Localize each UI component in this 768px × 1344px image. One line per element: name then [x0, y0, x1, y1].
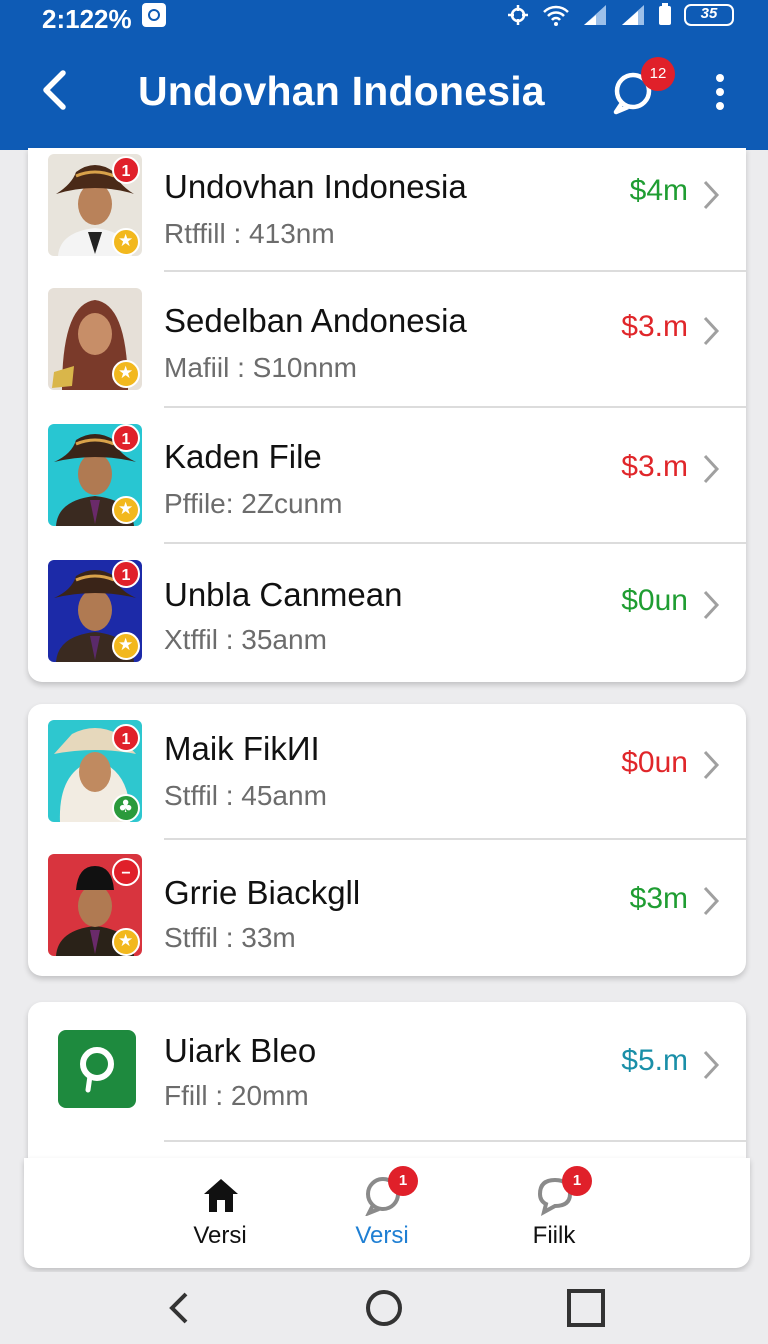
nav-label: Fiilk [532, 1222, 576, 1249]
chevron-right-icon [703, 886, 720, 916]
amount: $4m [629, 174, 688, 207]
list-item[interactable]: 1 Maik FikИI Stffil : 45anm $0un [28, 704, 746, 840]
dot-icon [716, 102, 724, 110]
status-time: 2:122% [42, 4, 132, 34]
chevron-right-icon [703, 750, 720, 780]
nav-label: Versi [193, 1222, 247, 1249]
back-button[interactable] [30, 65, 80, 115]
contact-name: Uiark Bleo [164, 1032, 317, 1069]
location-icon [508, 5, 528, 25]
amount: $3.m [621, 450, 688, 483]
battery-icon: 35 [684, 4, 734, 26]
chevron-right-icon [703, 1050, 720, 1080]
signal-icon-2 [622, 5, 644, 25]
contact-subtitle: Stffil : 33m [164, 922, 296, 953]
star-icon [112, 496, 140, 524]
dot-icon [716, 74, 724, 82]
app-bar: Undovhan Indonesia 12 [0, 40, 768, 150]
nav-badge: 1 [388, 1166, 418, 1196]
notification-badge: 1 [112, 560, 140, 588]
star-icon [112, 632, 140, 660]
contact-card-3: Uiark Bleo Ffill : 20mm $5.m [28, 1002, 746, 1182]
notification-badge: 1 [112, 724, 140, 752]
contact-subtitle: Mafiil : S10nnm [164, 352, 357, 383]
signal-icon [584, 5, 606, 25]
star-icon [112, 360, 140, 388]
status-icons: 35 [506, 0, 734, 30]
notification-badge: 1 [112, 424, 140, 452]
contact-subtitle: Xtffil : 35anm [164, 624, 327, 655]
contact-name: Grrie Biackgll [164, 874, 361, 911]
dot-icon [716, 88, 724, 96]
chat-badge: 12 [641, 57, 675, 91]
bottom-nav: Versi 1 Versi 1 Fiilk [24, 1158, 750, 1268]
contact-name: Sedelban Andonesia [164, 302, 467, 339]
contact-subtitle: Ffill : 20mm [164, 1080, 309, 1111]
home-icon [204, 1179, 238, 1212]
list-item[interactable]: 1 Kaden File Pffile: 2Zcunm $3.m [28, 408, 746, 544]
list-item[interactable]: Uiark Bleo Ffill : 20mm $5.m [28, 1002, 746, 1142]
amount: $3m [629, 882, 688, 915]
list-item[interactable]: Sedelban Andonesia Mafiil : S10nnm $3.m [28, 272, 746, 408]
contact-card-2: 1 Maik FikИI Stffil : 45anm $0un − Grrie… [28, 704, 746, 976]
contact-subtitle: Stffil : 45anm [164, 780, 327, 811]
contact-subtitle: Pffile: 2Zcunm [164, 488, 343, 519]
chevron-right-icon [703, 590, 720, 620]
status-bar: 2:122% 35 [0, 0, 768, 40]
page-title: Undovhan Indonesia [138, 68, 545, 114]
battery-saver-icon [659, 3, 671, 25]
chevron-right-icon [703, 316, 720, 346]
contact-name: Maik FikИI [164, 730, 320, 767]
system-back-icon[interactable] [160, 1288, 200, 1328]
nav-item-chat[interactable]: 1 Versi [322, 1158, 442, 1268]
star-icon [112, 228, 140, 256]
system-nav-bar [0, 1272, 768, 1344]
system-recents-icon[interactable] [566, 1288, 606, 1328]
system-home-icon[interactable] [364, 1288, 404, 1328]
notification-badge: 1 [112, 156, 140, 184]
contact-card-1: 1 Undovhan Indonesia Rtffill : 413nm $4m… [28, 148, 746, 682]
list-item[interactable]: 1 Undovhan Indonesia Rtffill : 413nm $4m [28, 148, 746, 272]
nav-item-comments[interactable]: 1 Fiilk [494, 1158, 614, 1268]
nav-badge: 1 [562, 1166, 592, 1196]
contact-name: Kaden File [164, 438, 322, 475]
nav-item-home[interactable]: Versi [160, 1158, 280, 1268]
list-item[interactable]: 1 Unbla Canmean Xtffil : 35anm $0un [28, 544, 746, 682]
alarm-icon [142, 3, 166, 27]
contact-subtitle: Rtffill : 413nm [164, 218, 335, 249]
contact-name: Undovhan Indonesia [164, 168, 467, 205]
chevron-right-icon [703, 180, 720, 210]
amount: $0un [621, 746, 688, 779]
back-arrow-icon [43, 70, 66, 110]
map-pin-icon [58, 1030, 136, 1108]
amount: $5.m [621, 1044, 688, 1077]
chevron-right-icon [703, 454, 720, 484]
divider [164, 1140, 746, 1142]
nav-label: Versi [355, 1222, 409, 1249]
clover-icon [112, 794, 140, 822]
more-options-button[interactable] [706, 70, 734, 114]
amount: $3.m [621, 310, 688, 343]
contact-name: Unbla Canmean [164, 576, 403, 613]
star-icon [112, 928, 140, 956]
amount: $0un [621, 584, 688, 617]
list-item[interactable]: − Grrie Biackgll Stffil : 33m $3m [28, 840, 746, 976]
wifi-icon [543, 5, 569, 26]
notification-badge: − [112, 858, 140, 886]
